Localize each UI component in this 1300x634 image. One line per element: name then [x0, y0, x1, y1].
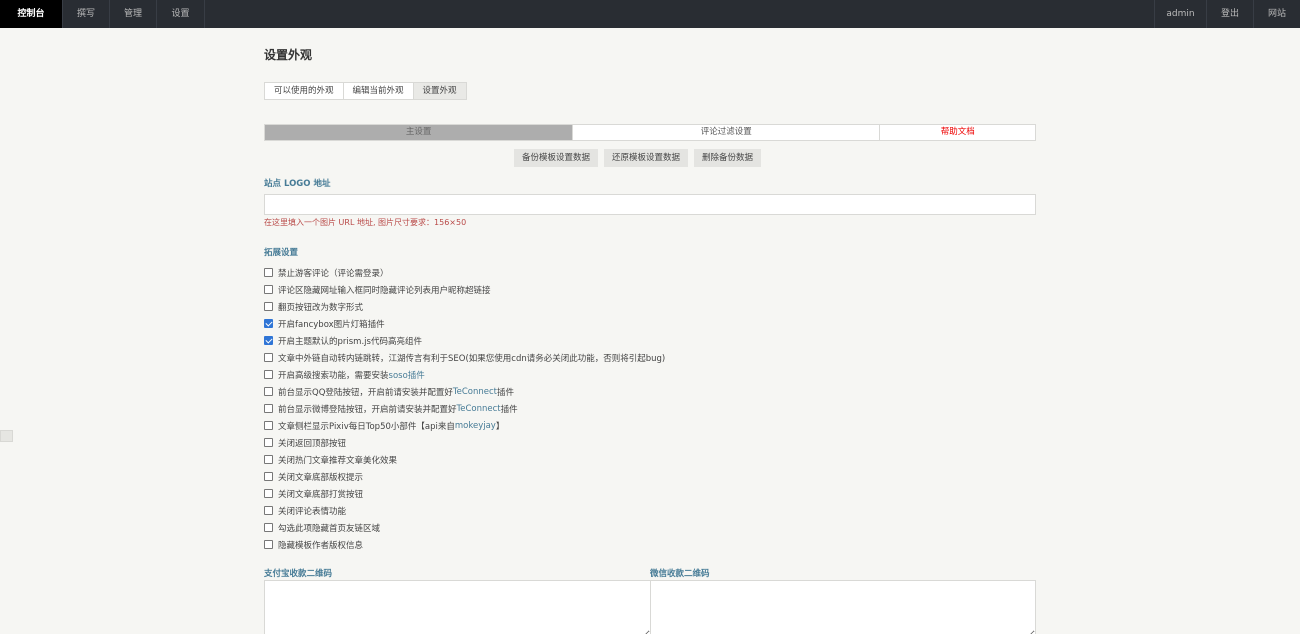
checkbox[interactable]	[264, 404, 273, 413]
alipay-qr-label: 支付宝收款二维码	[264, 569, 333, 579]
nav-logout[interactable]: 登出	[1206, 0, 1253, 28]
checkbox[interactable]	[264, 472, 273, 481]
checkbox[interactable]	[264, 370, 273, 379]
nav-user[interactable]: admin	[1154, 0, 1206, 28]
restore-settings-button[interactable]: 还原模板设置数据	[604, 149, 689, 167]
logo-hint: 在这里填入一个图片 URL 地址, 图片尺寸要求：156×50	[264, 218, 467, 227]
subtab-available-themes[interactable]: 可以使用的外观	[264, 82, 344, 100]
option-disable-emoji: 关闭评论表情功能	[264, 502, 665, 519]
option-weibo-login: 前台显示微博登陆按钮，开启前请安装并配置好 TeConnect 插件	[264, 400, 665, 417]
logo-url-input[interactable]	[264, 194, 1036, 215]
nav-manage[interactable]: 管理	[110, 0, 157, 28]
option-hide-reward-button: 关闭文章底部打赏按钮	[264, 485, 665, 502]
option-qq-login: 前台显示QQ登陆按钮，开启前请安装并配置好 TeConnect 插件	[264, 383, 665, 400]
option-hide-back-to-top: 关闭返回顶部按钮	[264, 434, 665, 451]
settings-tabs: 主设置 评论过滤设置 帮助文档	[264, 124, 1036, 141]
nav-right: admin 登出 网站	[1154, 0, 1300, 28]
appearance-subtabs: 可以使用的外观 编辑当前外观 设置外观	[264, 82, 467, 100]
option-numeric-pagination: 翻页按钮改为数字形式	[264, 298, 665, 315]
checkbox[interactable]	[264, 319, 273, 328]
extend-settings-label: 拓展设置	[264, 248, 299, 258]
option-advanced-search: 开启高级搜索功能，需要安装 soso插件	[264, 366, 665, 383]
nav-write[interactable]: 撰写	[63, 0, 110, 28]
alipay-qr-input[interactable]	[264, 580, 651, 634]
option-hide-url-input: 评论区隐藏网址输入框同时隐藏评论列表用户昵称超链接	[264, 281, 665, 298]
option-hot-posts-style: 关闭热门文章推荐文章美化效果	[264, 451, 665, 468]
nav-dashboard[interactable]: 控制台	[0, 0, 63, 28]
nav-left: 控制台 撰写 管理 设置	[0, 0, 205, 28]
checkbox[interactable]	[264, 302, 273, 311]
tab-main-settings[interactable]: 主设置	[265, 125, 574, 140]
wechat-qr-label: 微信收款二维码	[650, 569, 710, 579]
option-disable-guest-comment: 禁止游客评论（评论需登录）	[264, 264, 665, 281]
top-nav-bar: 控制台 撰写 管理 设置 admin 登出 网站	[0, 0, 1300, 28]
tab-comment-filter[interactable]: 评论过滤设置	[573, 125, 881, 140]
checkbox[interactable]	[264, 489, 273, 498]
option-hide-friend-links: 勾选此项隐藏首页友链区域	[264, 519, 665, 536]
extend-options: 禁止游客评论（评论需登录） 评论区隐藏网址输入框同时隐藏评论列表用户昵称超链接 …	[264, 264, 665, 553]
subtab-theme-settings[interactable]: 设置外观	[412, 82, 467, 100]
page-title: 设置外观	[264, 48, 313, 62]
checkbox[interactable]	[264, 353, 273, 362]
backup-buttons: 备份模板设置数据 还原模板设置数据 删除备份数据	[514, 149, 762, 167]
checkbox[interactable]	[264, 387, 273, 396]
side-handle[interactable]	[0, 430, 13, 442]
option-external-link-redirect: 文章中外链自动转内链跳转，江湖传言有利于SEO(如果您使用cdn请务必关闭此功能…	[264, 349, 665, 366]
soso-plugin-link[interactable]: soso插件	[389, 369, 425, 381]
option-hide-author-copyright: 隐藏模板作者版权信息	[264, 536, 665, 553]
delete-backup-button[interactable]: 删除备份数据	[694, 149, 762, 167]
teconnect-link[interactable]: TeConnect	[453, 387, 497, 397]
checkbox[interactable]	[264, 506, 273, 515]
checkbox[interactable]	[264, 523, 273, 532]
option-prism: 开启主题默认的prism.js代码高亮组件	[264, 332, 665, 349]
wechat-qr-input[interactable]	[650, 580, 1036, 634]
checkbox[interactable]	[264, 268, 273, 277]
nav-site[interactable]: 网站	[1253, 0, 1300, 28]
nav-settings[interactable]: 设置	[157, 0, 205, 28]
checkbox[interactable]	[264, 421, 273, 430]
subtab-edit-theme[interactable]: 编辑当前外观	[342, 82, 414, 100]
checkbox[interactable]	[264, 336, 273, 345]
mokeyjay-link[interactable]: mokeyjay	[455, 421, 496, 431]
checkbox[interactable]	[264, 455, 273, 464]
option-fancybox: 开启fancybox图片灯箱插件	[264, 315, 665, 332]
backup-settings-button[interactable]: 备份模板设置数据	[514, 149, 599, 167]
option-pixiv-widget: 文章侧栏显示Pixiv每日Top50小部件【api来自 mokeyjay】	[264, 417, 665, 434]
option-hide-copyright-tip: 关闭文章底部版权提示	[264, 468, 665, 485]
checkbox[interactable]	[264, 285, 273, 294]
checkbox[interactable]	[264, 438, 273, 447]
tab-help-docs[interactable]: 帮助文档	[880, 125, 1035, 140]
teconnect-link[interactable]: TeConnect	[457, 404, 501, 414]
checkbox[interactable]	[264, 540, 273, 549]
logo-label: 站点 LOGO 地址	[264, 179, 331, 189]
